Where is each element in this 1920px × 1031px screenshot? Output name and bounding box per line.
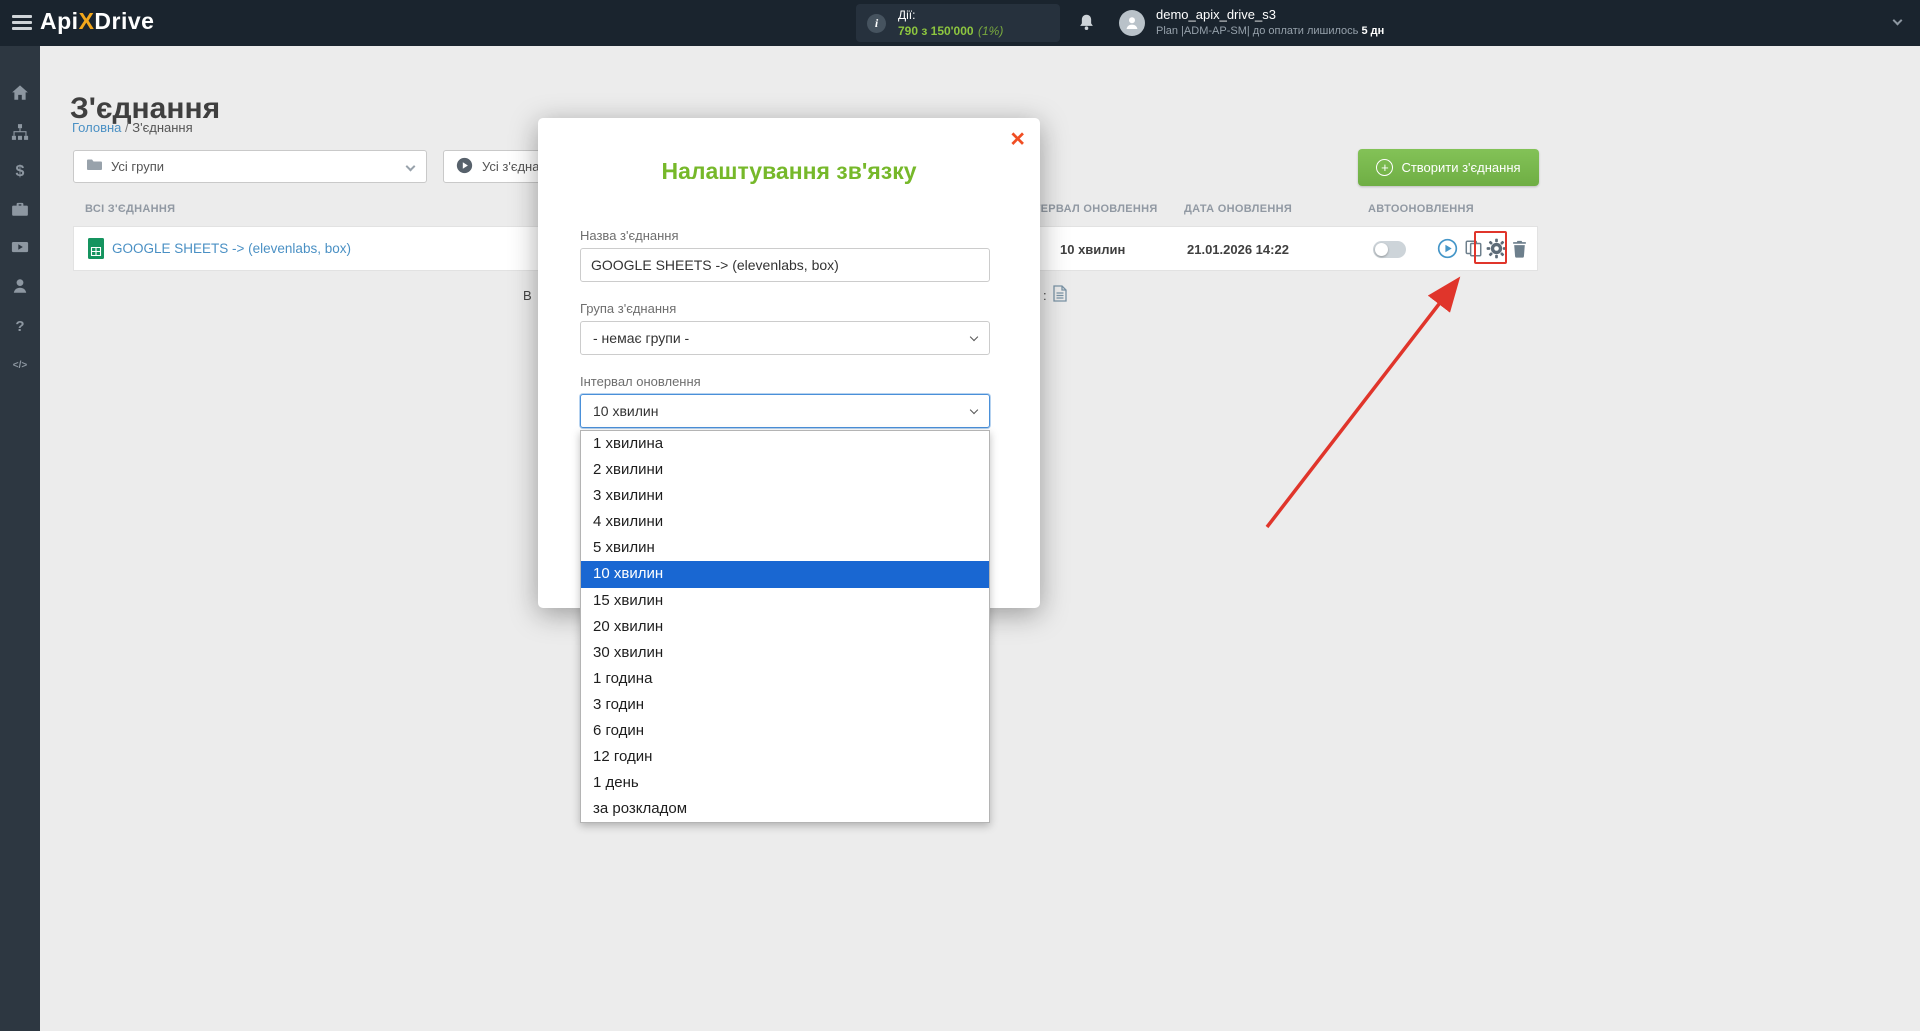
breadcrumb-current: З'єднання [132, 120, 192, 135]
run-connection-icon[interactable] [1437, 238, 1458, 264]
interval-option[interactable]: 3 хвилини [581, 483, 989, 509]
actions-counter-text: Дії: 790 з 150'000 (1%) [898, 7, 1003, 39]
partial-help-text-left: В [523, 288, 532, 303]
sidebar-item-services[interactable] [0, 198, 40, 224]
sidebar-item-profile[interactable] [0, 275, 40, 301]
logo-text-api: Api [40, 8, 79, 34]
sidebar: $ ? </> [0, 46, 40, 1031]
info-icon: i [867, 14, 886, 33]
bell-icon[interactable] [1077, 13, 1096, 37]
sidebar-item-api[interactable]: </> [0, 352, 40, 378]
partial-help-text-right: : [1043, 288, 1047, 303]
chevron-down-icon [970, 332, 978, 340]
column-header-connections: ВСІ З'ЄДНАННЯ [85, 203, 175, 215]
interval-option[interactable]: 12 годин [581, 744, 989, 770]
code-icon: </> [13, 360, 27, 371]
interval-option-selected[interactable]: 10 хвилин [581, 561, 989, 587]
user-plan-text: Plan |ADM-AP-SM| до оплати лишилось [1156, 25, 1358, 37]
annotation-highlight-box [1474, 231, 1507, 264]
interval-option[interactable]: 4 хвилини [581, 509, 989, 535]
row-interval-value: 10 хвилин [1060, 242, 1125, 257]
interval-option[interactable]: 2 хвилини [581, 457, 989, 483]
interval-option[interactable]: 3 годин [581, 692, 989, 718]
interval-option[interactable]: 1 хвилина [581, 431, 989, 457]
folder-icon [86, 157, 102, 176]
connection-name-link[interactable]: GOOGLE SHEETS -> (elevenlabs, box) [112, 241, 351, 256]
user-plan-days: 5 дн [1361, 25, 1384, 37]
briefcase-icon [11, 200, 29, 223]
play-circle-icon [456, 157, 473, 177]
user-avatar[interactable] [1119, 10, 1145, 36]
groups-filter-label: Усі групи [111, 159, 407, 174]
connection-group-select[interactable]: - немає групи - [580, 321, 990, 355]
connection-name-label: Назва з'єднання [580, 228, 679, 243]
sidebar-item-help[interactable]: ? [0, 313, 40, 339]
top-bar: ApiXDrive i Дії: 790 з 150'000 (1%) demo… [0, 0, 1920, 46]
column-header-updated: ДАТА ОНОВЛЕННЯ [1184, 203, 1292, 215]
video-icon [11, 238, 29, 261]
interval-option[interactable]: 20 хвилин [581, 614, 989, 640]
google-sheets-icon [88, 238, 104, 264]
connections-icon [11, 123, 29, 146]
interval-options-list: 1 хвилина 2 хвилини 3 хвилини 4 хвилини … [580, 430, 990, 823]
logo-text-x: X [79, 8, 95, 34]
sidebar-item-home[interactable] [0, 82, 40, 108]
actions-counter-panel: i Дії: 790 з 150'000 (1%) [856, 4, 1060, 42]
connection-group-value: - немає групи - [593, 330, 689, 346]
sidebar-item-connections[interactable] [0, 121, 40, 147]
connection-name-input[interactable] [580, 248, 990, 282]
person-icon [11, 277, 29, 300]
column-header-autoupdate: АВТООНОВЛЕННЯ [1368, 203, 1474, 215]
update-interval-select[interactable]: 10 хвилин [580, 394, 990, 428]
sidebar-item-video[interactable] [0, 236, 40, 262]
interval-option[interactable]: 6 годин [581, 718, 989, 744]
dollar-icon: $ [16, 163, 25, 181]
user-name[interactable]: demo_apix_drive_s3 [1156, 7, 1276, 22]
breadcrumb-home-link[interactable]: Головна [72, 120, 121, 135]
actions-value: 790 з 150'000 [898, 24, 974, 38]
sidebar-item-billing[interactable]: $ [0, 159, 40, 185]
actions-percent: (1%) [978, 24, 1003, 38]
toggle-knob [1375, 243, 1388, 256]
create-connection-label: Створити з'єднання [1401, 160, 1520, 175]
connection-group-label: Група з'єднання [580, 301, 676, 316]
interval-option[interactable]: 1 година [581, 666, 989, 692]
update-interval-value: 10 хвилин [593, 403, 658, 419]
row-updated-date: 21.01.2026 14:22 [1187, 242, 1289, 257]
interval-option[interactable]: 1 день [581, 770, 989, 796]
interval-option[interactable]: 15 хвилин [581, 588, 989, 614]
breadcrumb: Головна / З'єднання [72, 120, 193, 135]
home-icon [11, 84, 29, 107]
interval-option[interactable]: 5 хвилин [581, 535, 989, 561]
update-interval-label: Інтервал оновлення [580, 374, 701, 389]
create-connection-button[interactable]: + Створити з'єднання [1358, 149, 1539, 186]
logo-text-drive: Drive [94, 8, 154, 34]
apixdrive-logo: ApiXDrive [40, 8, 154, 35]
interval-option[interactable]: за розкладом [581, 796, 989, 822]
chevron-down-icon [406, 162, 416, 172]
close-icon[interactable]: × [1010, 124, 1025, 154]
chevron-down-icon [970, 405, 978, 413]
plus-icon: + [1376, 159, 1393, 176]
chevron-down-icon[interactable] [1893, 16, 1903, 26]
groups-filter-dropdown[interactable]: Усі групи [73, 150, 427, 183]
breadcrumb-separator: / [125, 120, 129, 135]
question-icon: ? [15, 318, 24, 335]
column-header-interval: ІНТЕРВАЛ ОНОВЛЕННЯ [1022, 203, 1158, 215]
actions-label: Дії: [898, 8, 915, 22]
autoupdate-toggle[interactable] [1373, 241, 1406, 258]
user-plan-info: Plan |ADM-AP-SM| до оплати лишилось 5 дн [1156, 25, 1384, 37]
modal-title: Налаштування зв'язку [538, 158, 1040, 185]
apixdrive-app: ApiXDrive i Дії: 790 з 150'000 (1%) demo… [0, 0, 1920, 1031]
interval-option[interactable]: 30 хвилин [581, 640, 989, 666]
hamburger-menu-icon[interactable] [12, 15, 32, 31]
delete-trash-icon[interactable] [1511, 240, 1528, 263]
document-icon[interactable] [1053, 285, 1067, 307]
